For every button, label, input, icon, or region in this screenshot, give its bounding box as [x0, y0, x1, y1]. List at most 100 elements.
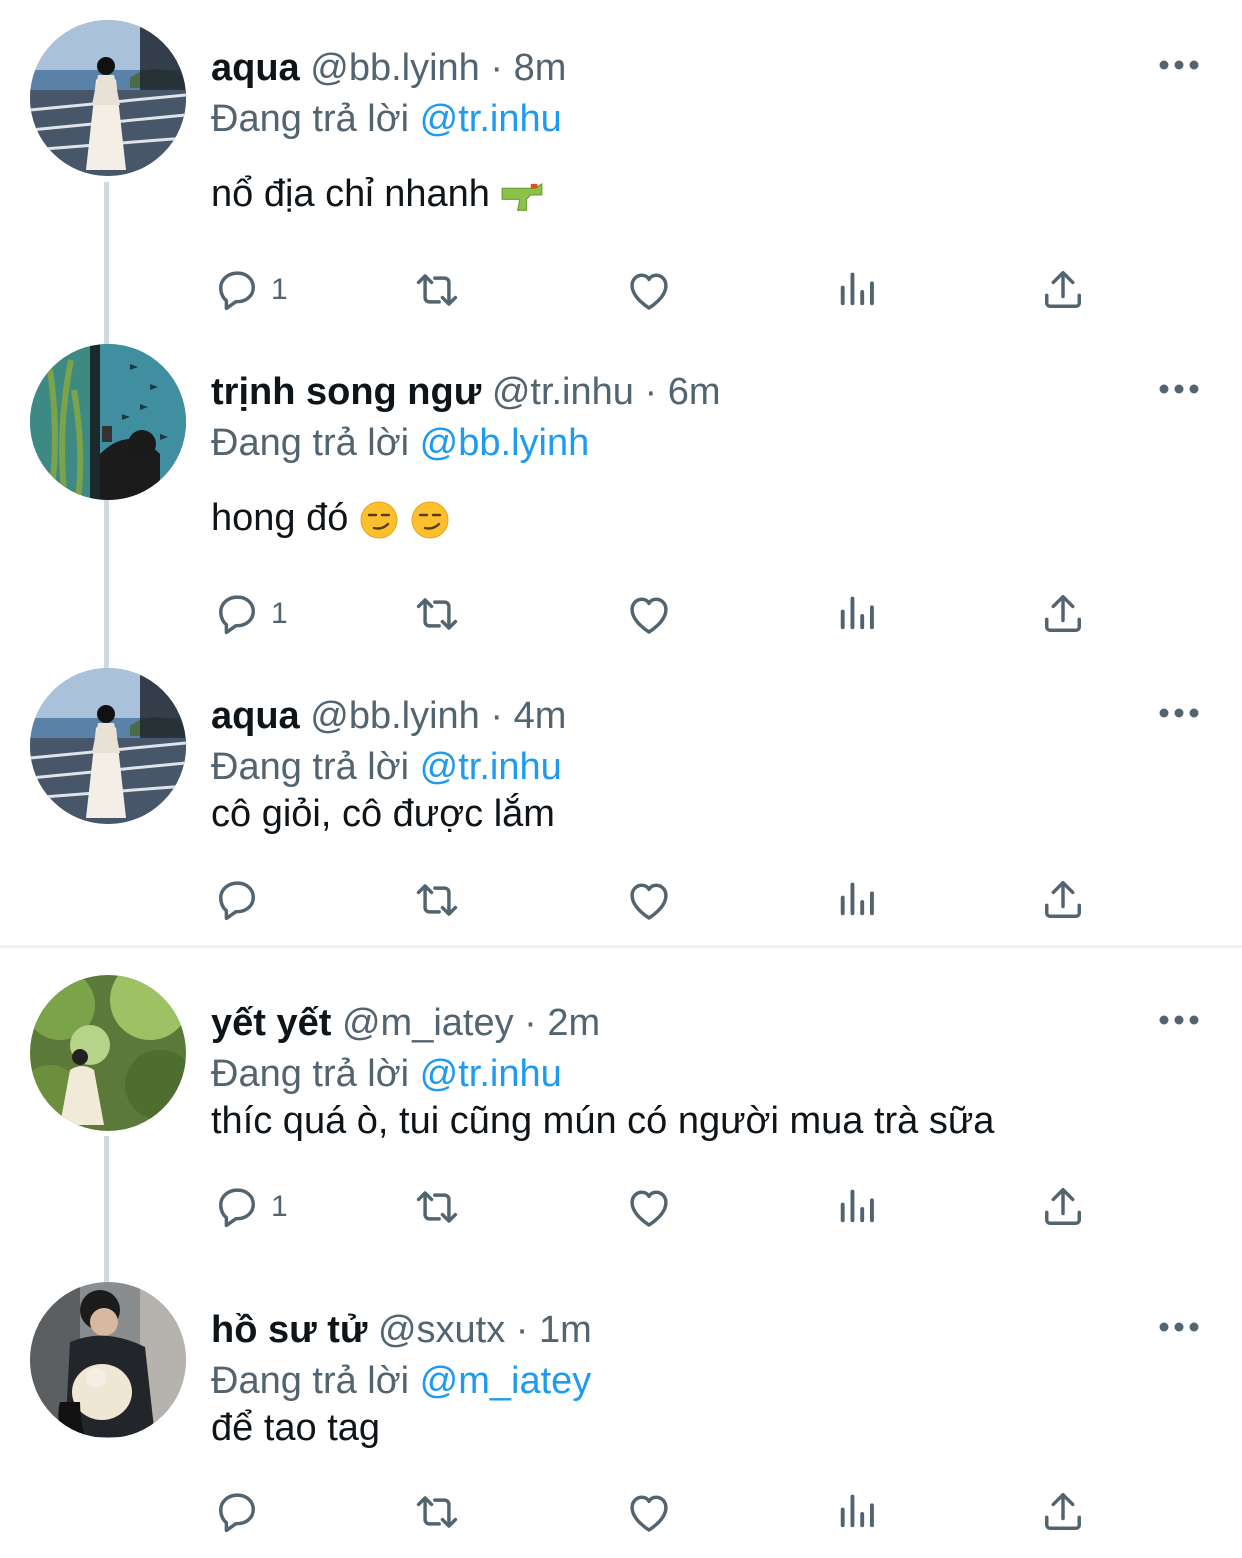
reply-count: 1 — [271, 1190, 288, 1223]
like-button[interactable] — [623, 870, 675, 930]
retweet-button[interactable] — [411, 1482, 463, 1542]
avatar[interactable] — [30, 668, 186, 824]
handle[interactable]: @bb.lyinh — [310, 695, 480, 737]
tweet-body: thíc quá ò, tui cũng mún có người mua tr… — [211, 1100, 995, 1142]
like-button[interactable] — [623, 1482, 675, 1542]
avatar[interactable] — [30, 1282, 186, 1438]
mention-link[interactable]: @tr.inhu — [420, 1053, 562, 1095]
share-icon — [1037, 264, 1089, 316]
tweet-text: thíc quá ò, tui cũng mún có người mua tr… — [211, 1097, 994, 1145]
retweet-icon — [411, 1486, 463, 1538]
tweet-text: để tao tag — [211, 1404, 380, 1452]
retweet-button[interactable] — [411, 1177, 463, 1237]
timestamp[interactable]: 8m — [514, 47, 567, 89]
more-icon[interactable] — [1158, 1312, 1200, 1342]
avatar-image — [30, 344, 186, 500]
stats-button[interactable] — [831, 584, 883, 644]
display-name[interactable]: aqua — [211, 695, 300, 737]
smirking-face-emoji — [410, 500, 450, 540]
tweet[interactable]: trịnh song ngư @tr.inhu · 6m Đang trả lờ… — [0, 344, 1242, 664]
timestamp[interactable]: 4m — [514, 695, 567, 737]
reply-button[interactable]: 1 — [211, 260, 288, 320]
share-icon — [1037, 588, 1089, 640]
handle[interactable]: @m_iatey — [342, 1002, 514, 1044]
display-name[interactable]: aqua — [211, 47, 300, 89]
like-button[interactable] — [623, 1177, 675, 1237]
retweet-icon — [411, 1181, 463, 1233]
more-icon[interactable] — [1158, 374, 1200, 404]
reply-count: 1 — [271, 273, 288, 306]
avatar[interactable] — [30, 975, 186, 1131]
like-icon — [623, 264, 675, 316]
tweet-actions — [211, 1482, 1091, 1542]
retweet-icon — [411, 264, 463, 316]
tweet[interactable]: yết yết @m_iatey · 2m Đang trả lời @tr.i… — [0, 975, 1242, 1265]
separator: · — [515, 1309, 529, 1351]
share-button[interactable] — [1037, 260, 1089, 320]
tweet-actions — [211, 870, 1091, 930]
reply-button[interactable]: 1 — [211, 1177, 288, 1237]
share-icon — [1037, 874, 1089, 926]
display-name[interactable]: trịnh song ngư — [211, 371, 481, 413]
timestamp[interactable]: 6m — [668, 371, 721, 413]
reply-button[interactable]: 1 — [211, 584, 288, 644]
mention-link[interactable]: @tr.inhu — [420, 746, 562, 788]
replying-to: Đang trả lời @tr.inhu — [211, 1052, 562, 1096]
replying-to-label: Đang trả lời — [211, 98, 410, 140]
tweet-body: cô giỏi, cô được lắm — [211, 793, 555, 835]
reply-icon — [211, 1181, 263, 1233]
retweet-button[interactable] — [411, 584, 463, 644]
tweet[interactable]: hồ sư tử @sxutx · 1m Đang trả lời @m_iat… — [0, 1282, 1242, 1552]
like-icon — [623, 874, 675, 926]
like-button[interactable] — [623, 584, 675, 644]
reply-icon — [211, 264, 263, 316]
more-icon[interactable] — [1158, 50, 1200, 80]
avatar[interactable] — [30, 344, 186, 500]
stats-icon — [831, 874, 883, 926]
handle[interactable]: @sxutx — [378, 1309, 505, 1351]
tweet-body: hong đó — [211, 497, 349, 539]
replying-to: Đang trả lời @tr.inhu — [211, 97, 562, 141]
share-button[interactable] — [1037, 1482, 1089, 1542]
reply-count: 1 — [271, 597, 288, 630]
share-button[interactable] — [1037, 870, 1089, 930]
stats-icon — [831, 588, 883, 640]
separator: · — [524, 1002, 537, 1044]
stats-button[interactable] — [831, 1482, 883, 1542]
stats-button[interactable] — [831, 870, 883, 930]
replying-to: Đang trả lời @tr.inhu — [211, 745, 562, 789]
stats-button[interactable] — [831, 1177, 883, 1237]
mention-link[interactable]: @tr.inhu — [420, 98, 562, 140]
like-button[interactable] — [623, 260, 675, 320]
more-icon[interactable] — [1158, 698, 1200, 728]
timestamp[interactable]: 1m — [539, 1309, 592, 1351]
retweet-button[interactable] — [411, 870, 463, 930]
tweet[interactable]: aqua @bb.lyinh · 8m Đang trả lời @tr.inh… — [0, 20, 1242, 340]
display-name[interactable]: yết yết — [211, 1002, 331, 1044]
tweet-text: hong đó — [211, 494, 450, 542]
reply-button[interactable] — [211, 870, 263, 930]
more-icon[interactable] — [1158, 1005, 1200, 1035]
avatar-image — [30, 20, 186, 176]
tweet-text: nổ địa chỉ nhanh — [211, 170, 544, 218]
retweet-button[interactable] — [411, 260, 463, 320]
retweet-icon — [411, 588, 463, 640]
share-icon — [1037, 1486, 1089, 1538]
reply-button[interactable] — [211, 1482, 263, 1542]
tweet-header: aqua @bb.lyinh · 8m — [211, 46, 566, 90]
handle[interactable]: @tr.inhu — [492, 371, 634, 413]
display-name[interactable]: hồ sư tử — [211, 1309, 367, 1351]
timestamp[interactable]: 2m — [547, 1002, 600, 1044]
avatar[interactable] — [30, 20, 186, 176]
tweet-actions: 1 — [211, 260, 1091, 320]
tweet[interactable]: aqua @bb.lyinh · 4m Đang trả lời @tr.inh… — [0, 668, 1242, 938]
reply-icon — [211, 588, 263, 640]
share-button[interactable] — [1037, 1177, 1089, 1237]
mention-link[interactable]: @m_iatey — [420, 1360, 592, 1402]
stats-button[interactable] — [831, 260, 883, 320]
handle[interactable]: @bb.lyinh — [310, 47, 480, 89]
mention-link[interactable]: @bb.lyinh — [420, 422, 590, 464]
like-icon — [623, 1181, 675, 1233]
share-button[interactable] — [1037, 584, 1089, 644]
tweet-header: yết yết @m_iatey · 2m — [211, 1001, 600, 1045]
